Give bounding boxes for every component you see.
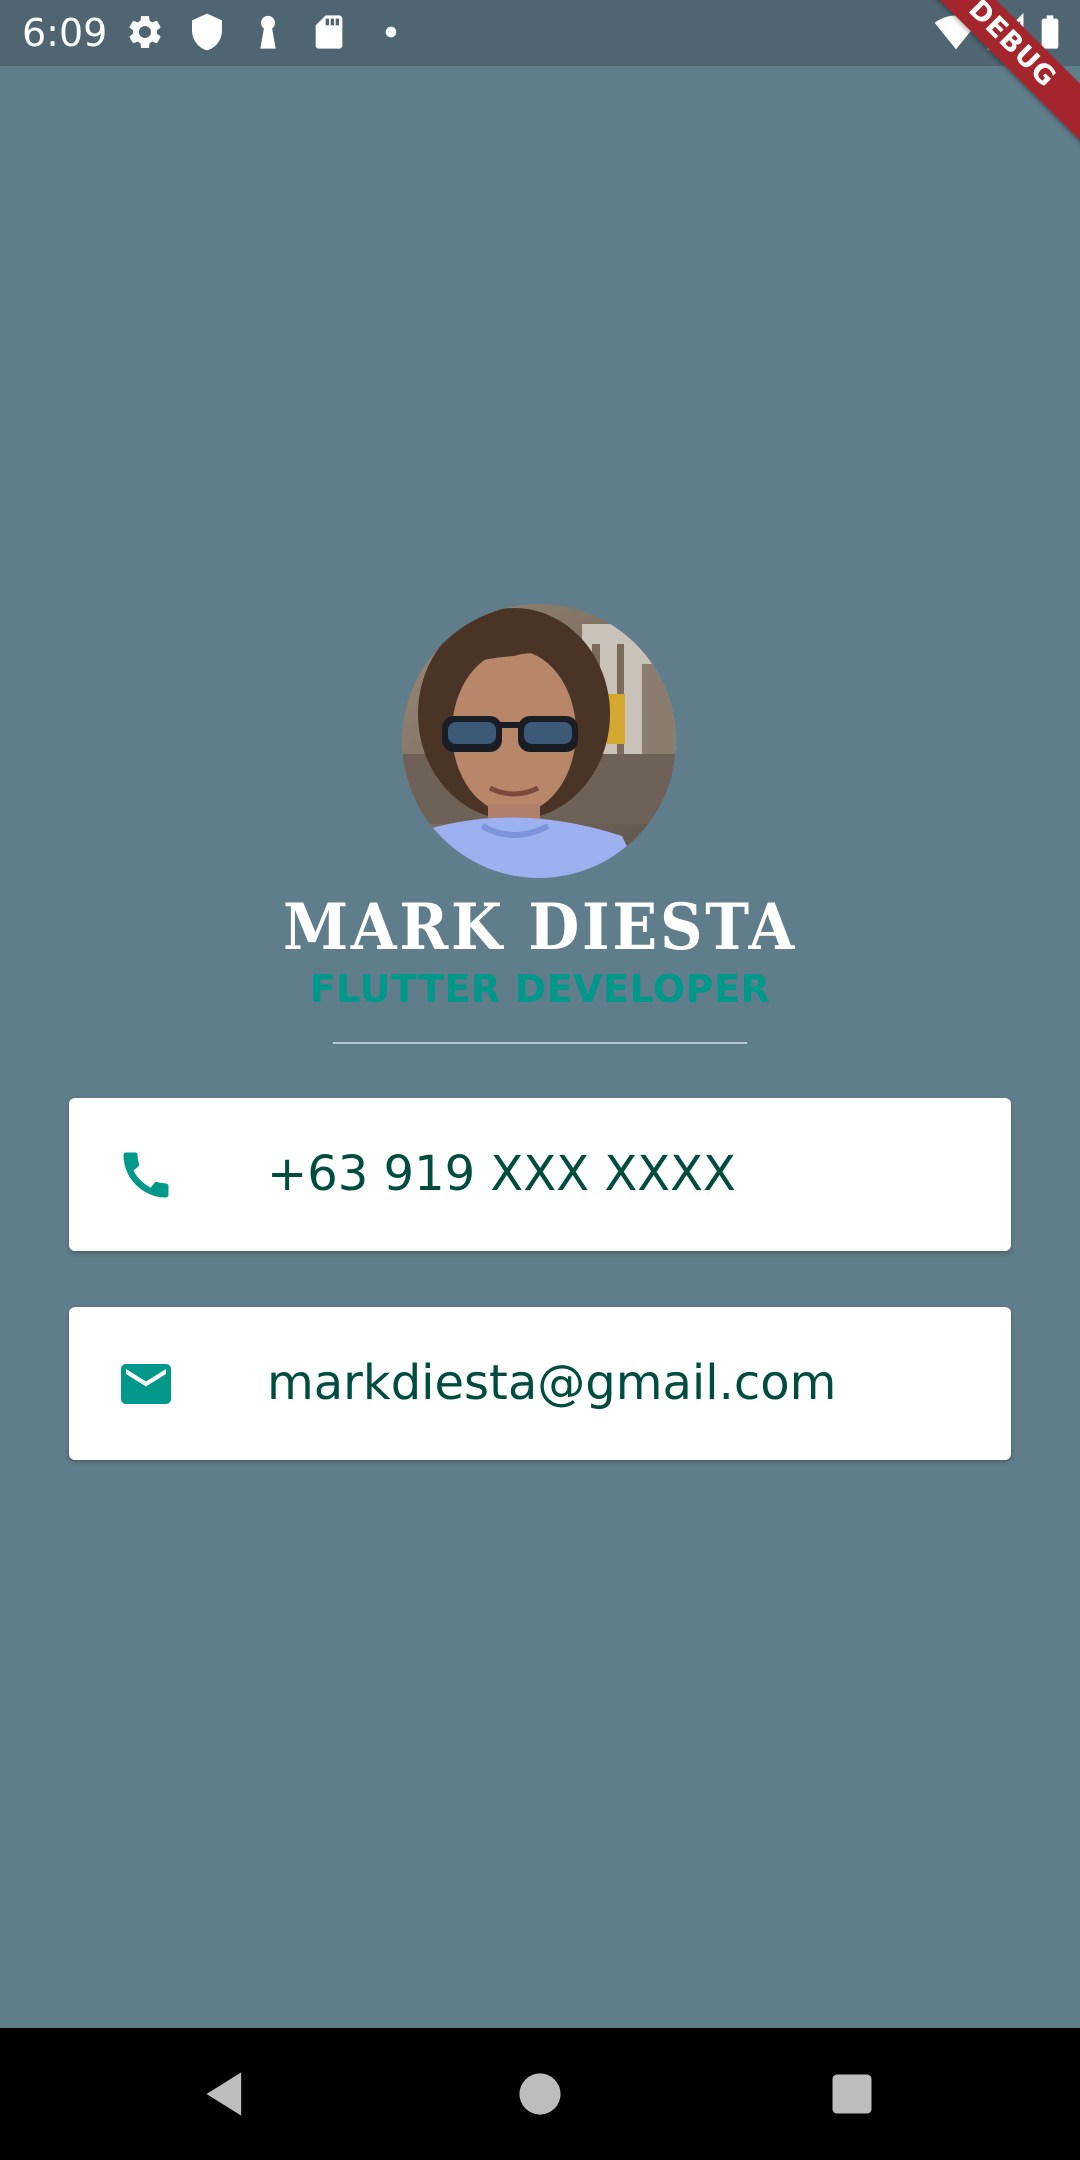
shield-icon — [187, 12, 227, 52]
email-address: markdiesta@gmail.com — [267, 1355, 837, 1411]
phone-number: +63 919 XXX XXXX — [267, 1146, 736, 1202]
status-time: 6:09 — [22, 11, 108, 55]
gear-icon — [125, 12, 165, 52]
keyhole-icon — [248, 12, 288, 52]
phone-icon — [116, 1145, 176, 1205]
profile-name: MARK DIESTA — [282, 890, 798, 965]
home-icon[interactable] — [514, 2068, 566, 2120]
divider — [333, 1042, 747, 1044]
email-card[interactable]: markdiesta@gmail.com — [69, 1307, 1011, 1460]
profile-title: FLUTTER DEVELOPER — [309, 967, 771, 1011]
status-bar: 6:09 — [0, 0, 1080, 66]
recents-icon[interactable] — [826, 2068, 878, 2120]
profile-screen: 6:09 DEBUG MARK DIESTA FLUTTER DEVELOPER… — [0, 0, 1080, 2160]
email-icon — [116, 1354, 176, 1414]
avatar — [402, 604, 676, 878]
dot-icon — [371, 12, 411, 52]
avatar-photo — [402, 604, 676, 878]
phone-card[interactable]: +63 919 XXX XXXX — [69, 1098, 1011, 1251]
back-icon[interactable] — [200, 2068, 252, 2120]
sd-card-icon — [309, 12, 349, 52]
navigation-bar — [0, 2028, 1080, 2160]
